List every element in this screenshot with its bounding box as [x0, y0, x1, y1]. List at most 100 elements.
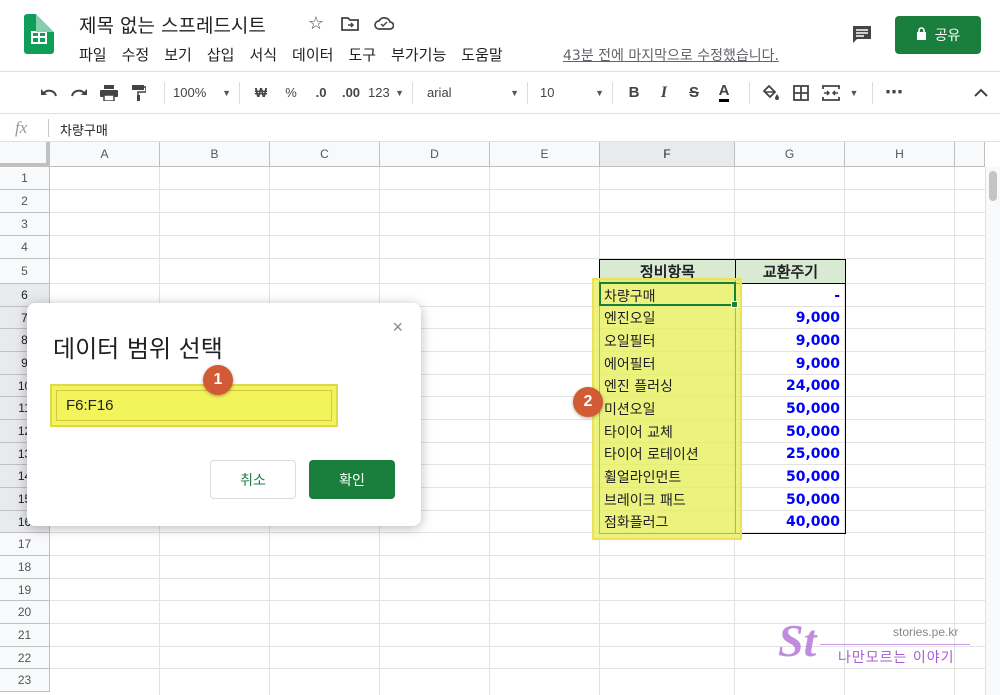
table-row-item[interactable]: 오일필터 — [600, 329, 734, 352]
menu-tools[interactable]: 도구 — [348, 44, 376, 65]
percent-format-button[interactable]: % — [278, 79, 304, 107]
font-value: arial — [427, 85, 452, 100]
range-input-value: F6:F16 — [66, 397, 114, 414]
font-select[interactable]: arial ▼ — [421, 79, 519, 107]
menu-addons[interactable]: 부가기능 — [391, 44, 446, 65]
column-header-b[interactable]: B — [160, 142, 270, 167]
close-icon[interactable]: × — [392, 317, 403, 338]
decrease-decimal-button[interactable]: .0 — [308, 79, 334, 107]
menu-view[interactable]: 보기 — [164, 44, 192, 65]
formula-input[interactable]: 차량구매 — [60, 120, 108, 139]
row-header[interactable]: 18 — [0, 556, 50, 579]
strikethrough-button[interactable]: S — [681, 79, 707, 107]
column-header-f[interactable]: F — [600, 142, 735, 167]
table-row-cycle[interactable]: 40,000 — [736, 511, 844, 533]
range-input[interactable]: F6:F16 — [50, 384, 338, 427]
menu-file[interactable]: 파일 — [79, 44, 107, 65]
table-row-item[interactable]: 브레이크 패드 — [600, 488, 734, 511]
collapse-toolbar-icon[interactable] — [968, 79, 994, 107]
column-header-g[interactable]: G — [735, 142, 845, 167]
app-header: 제목 없는 스프레드시트 ☆ 파일 수정 보기 삽입 서식 데이터 도구 부가기… — [0, 0, 1000, 72]
cancel-button[interactable]: 취소 — [210, 460, 296, 499]
table-row-cycle[interactable]: 50,000 — [736, 420, 844, 443]
row-header[interactable]: 22 — [0, 647, 50, 669]
select-all-corner[interactable] — [0, 142, 50, 167]
zoom-select[interactable]: 100% ▼ — [173, 79, 231, 107]
row-header[interactable]: 4 — [0, 236, 50, 259]
more-formats-select[interactable]: 123 ▼ — [368, 79, 404, 107]
move-folder-icon[interactable] — [339, 12, 361, 34]
redo-icon[interactable] — [66, 79, 92, 107]
borders-icon[interactable] — [788, 79, 814, 107]
table-row-item[interactable]: 에어필터 — [600, 352, 734, 375]
menu-edit[interactable]: 수정 — [122, 44, 150, 65]
menu-help[interactable]: 도움말 — [461, 44, 502, 65]
increase-decimal-button[interactable]: .00 — [338, 79, 364, 107]
row-header[interactable]: 19 — [0, 579, 50, 601]
table-row-cycle[interactable]: 24,000 — [736, 375, 844, 397]
merge-caret-icon[interactable]: ▼ — [848, 79, 860, 107]
paint-format-icon[interactable] — [126, 79, 152, 107]
table-row-item[interactable]: 휠얼라인먼트 — [600, 465, 734, 488]
menu-format[interactable]: 서식 — [249, 44, 277, 65]
column-header-d[interactable]: D — [380, 142, 490, 167]
italic-button[interactable]: I — [651, 79, 677, 107]
table-row-cycle[interactable]: 50,000 — [736, 397, 844, 420]
document-title[interactable]: 제목 없는 스프레드시트 — [79, 11, 266, 38]
column-header-c[interactable]: C — [270, 142, 380, 167]
text-color-icon: A — [718, 83, 730, 102]
table-row-item[interactable]: 타이어 로테이션 — [600, 443, 734, 465]
toolbar-separator — [412, 81, 413, 104]
cloud-status-icon[interactable] — [373, 12, 395, 34]
table-header-cycle[interactable]: 교환주기 — [735, 259, 846, 284]
menu-insert[interactable]: 삽입 — [207, 44, 235, 65]
select-data-range-dialog: 데이터 범위 선택 × F6:F16 1 취소 확인 — [27, 303, 421, 526]
table-row-cycle[interactable]: 9,000 — [736, 307, 844, 329]
text-color-button[interactable]: A — [711, 79, 737, 107]
table-row-cycle[interactable]: 9,000 — [736, 329, 844, 352]
star-icon[interactable]: ☆ — [305, 12, 327, 34]
last-edit-link[interactable]: 43분 전에 마지막으로 수정했습니다. — [563, 45, 779, 65]
table-row-item[interactable]: 엔진오일 — [600, 307, 734, 329]
column-header-e[interactable]: E — [490, 142, 600, 167]
row-header[interactable]: 20 — [0, 601, 50, 624]
undo-icon[interactable] — [36, 79, 62, 107]
step-badge-2: 2 — [573, 387, 603, 417]
fill-color-icon[interactable] — [758, 79, 784, 107]
table-row-item[interactable]: 미션오일 — [600, 397, 734, 420]
currency-format-button[interactable]: ₩ — [248, 79, 274, 107]
fill-handle[interactable] — [731, 301, 738, 308]
row-header[interactable]: 3 — [0, 213, 50, 236]
vertical-scrollbar[interactable] — [985, 167, 1000, 695]
scrollbar-thumb[interactable] — [989, 171, 997, 201]
table-row-item[interactable]: 엔진 플러싱 — [600, 375, 734, 397]
column-header-h[interactable]: H — [845, 142, 955, 167]
step-badge-1: 1 — [203, 365, 233, 395]
row-header[interactable]: 21 — [0, 624, 50, 647]
table-row-cycle[interactable]: 50,000 — [736, 465, 844, 488]
menu-data[interactable]: 데이터 — [292, 44, 333, 65]
grid-line — [50, 212, 985, 213]
table-row-item[interactable]: 타이어 교체 — [600, 420, 734, 443]
share-button[interactable]: 공유 — [895, 16, 981, 54]
ok-button[interactable]: 확인 — [309, 460, 395, 499]
table-row-cycle[interactable]: - — [736, 284, 844, 307]
sheets-logo-icon[interactable] — [24, 14, 54, 54]
column-header-a[interactable]: A — [50, 142, 160, 167]
table-row-cycle[interactable]: 50,000 — [736, 488, 844, 511]
column-header-i[interactable] — [955, 142, 985, 167]
row-header[interactable]: 23 — [0, 669, 50, 692]
more-options-icon[interactable]: ⋯ — [881, 79, 907, 107]
row-header[interactable]: 17 — [0, 533, 50, 556]
row-header[interactable]: 1 — [0, 167, 50, 190]
merge-cells-icon[interactable] — [818, 79, 844, 107]
print-icon[interactable] — [96, 79, 122, 107]
table-row-cycle[interactable]: 9,000 — [736, 352, 844, 375]
bold-button[interactable]: B — [621, 79, 647, 107]
row-header[interactable]: 5 — [0, 259, 50, 284]
row-header[interactable]: 2 — [0, 190, 50, 213]
table-row-item[interactable]: 점화플러그 — [600, 511, 734, 533]
font-size-select[interactable]: 10 ▼ — [536, 79, 604, 107]
table-row-cycle[interactable]: 25,000 — [736, 443, 844, 465]
comment-history-icon[interactable] — [851, 25, 873, 45]
